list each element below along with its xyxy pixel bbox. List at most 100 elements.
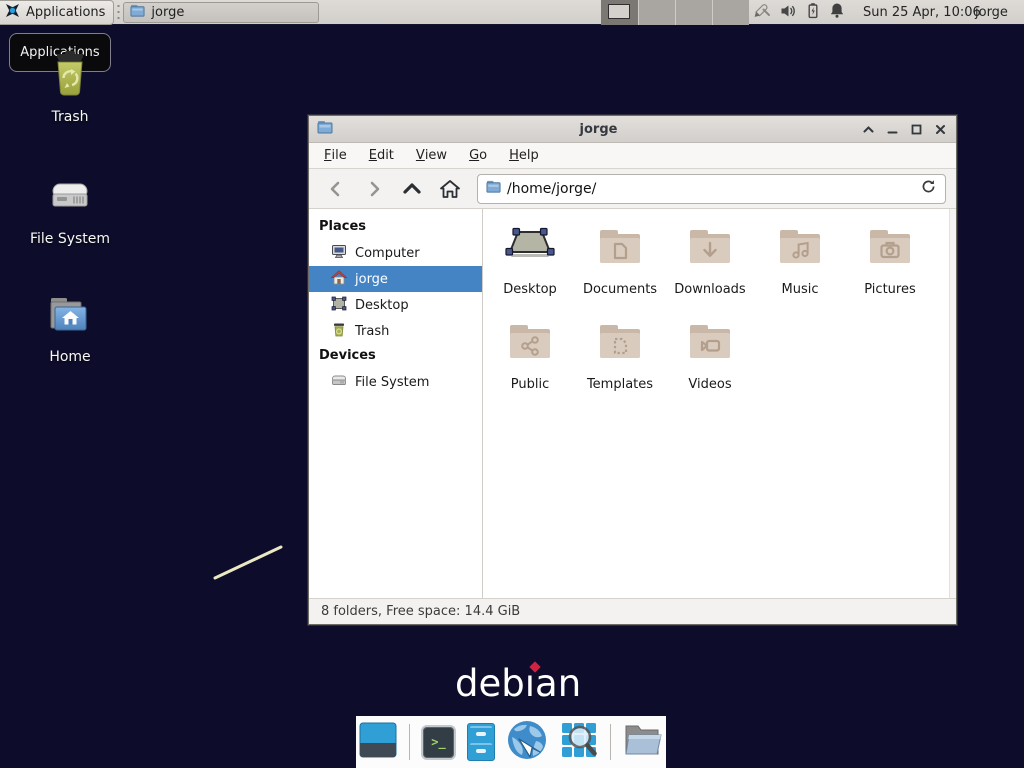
sidebar-item-file-system[interactable]: File System — [309, 369, 482, 395]
trash-icon — [44, 44, 96, 104]
menu-view[interactable]: View — [405, 143, 458, 168]
maximize-button[interactable] — [909, 122, 924, 137]
panel-user-menu[interactable]: jorge — [975, 0, 1008, 25]
system-tray — [752, 0, 845, 25]
minimize-button[interactable] — [885, 122, 900, 137]
places-header: Places — [309, 215, 482, 240]
applications-menu-button[interactable]: Applications — [0, 0, 114, 25]
file-item-public[interactable]: Public — [485, 318, 575, 413]
file-item-templates[interactable]: Templates — [575, 318, 665, 413]
panel-clock[interactable]: Sun 25 Apr, 10:06 — [863, 0, 981, 25]
home-folder-icon — [45, 290, 95, 344]
workspace-window-miniature — [608, 4, 630, 19]
clock-label: Sun 25 Apr, 10:06 — [863, 5, 981, 20]
file-item-label: Downloads — [674, 282, 745, 297]
menu-file[interactable]: File — [313, 143, 358, 168]
path-bar[interactable]: /home/jorge/ — [477, 174, 946, 204]
menu-help[interactable]: Help — [498, 143, 550, 168]
file-view: Desktop Documents — [483, 209, 956, 598]
file-item-label: Public — [511, 377, 549, 392]
desktop-artifact-line — [205, 538, 295, 592]
trash-small-icon — [331, 322, 347, 341]
taskbar-folder-icon — [130, 3, 145, 22]
file-item-documents[interactable]: Documents — [575, 223, 665, 318]
file-item-label: Documents — [583, 282, 657, 297]
taskbar-window-button[interactable]: jorge — [123, 2, 319, 23]
menu-go[interactable]: Go — [458, 143, 498, 168]
vertical-scrollbar[interactable] — [949, 209, 956, 598]
volume-icon[interactable] — [780, 3, 797, 23]
file-item-label: Videos — [688, 377, 731, 392]
sidebar-item-label: Computer — [355, 246, 420, 261]
desktop-special-icon — [499, 223, 561, 275]
workspace-1[interactable] — [601, 0, 638, 25]
devices-header: Devices — [309, 344, 482, 369]
window-title: jorge — [309, 122, 888, 137]
desktop-icon-file-system[interactable]: File System — [18, 172, 122, 247]
desktop-icon-label: Trash — [52, 109, 89, 125]
window-titlebar[interactable]: jorge — [309, 116, 956, 143]
home-icon — [331, 270, 347, 289]
file-item-pictures[interactable]: Pictures — [845, 223, 935, 318]
terminal-icon[interactable]: >_ — [421, 725, 456, 760]
workspace-2[interactable] — [638, 0, 675, 25]
xfce-logo-icon — [4, 2, 21, 23]
path-folder-icon — [486, 179, 501, 198]
sidebar-item-computer[interactable]: Computer — [309, 240, 482, 266]
reload-button[interactable] — [920, 178, 937, 199]
sidebar-item-label: jorge — [355, 272, 388, 287]
places-sidebar: Places Computer — [309, 209, 483, 598]
desktop-place-icon — [331, 296, 347, 315]
desktop-root: Applications jorge — [0, 0, 1024, 768]
file-cabinet-icon[interactable] — [467, 723, 495, 761]
drive-small-icon — [331, 373, 347, 392]
web-browser-icon[interactable] — [506, 719, 548, 765]
desktop-icon-trash[interactable]: Trash — [18, 44, 122, 125]
sidebar-item-jorge[interactable]: jorge — [309, 266, 482, 292]
toolbar: /home/jorge/ — [309, 169, 956, 209]
file-item-videos[interactable]: Videos — [665, 318, 755, 413]
hard-drive-icon — [45, 172, 95, 226]
taskbar-window-label: jorge — [151, 5, 184, 20]
window-body: Places Computer — [309, 209, 956, 598]
desktop-icon-home[interactable]: Home — [18, 290, 122, 365]
notifications-bell-icon[interactable] — [829, 2, 845, 23]
back-button[interactable] — [319, 174, 353, 204]
bottom-dock: >_ — [356, 716, 666, 768]
battery-charging-icon[interactable] — [806, 2, 820, 23]
folder-public-icon — [506, 318, 554, 370]
stylus-icon[interactable] — [752, 2, 771, 23]
show-desktop-icon[interactable] — [358, 720, 398, 764]
cabinet-drawer — [470, 743, 492, 758]
home-button[interactable] — [433, 174, 467, 204]
sidebar-item-desktop[interactable]: Desktop — [309, 292, 482, 318]
menu-edit[interactable]: Edit — [358, 143, 405, 168]
folder-documents-icon — [596, 223, 644, 275]
sidebar-item-trash[interactable]: Trash — [309, 318, 482, 344]
folder-icon[interactable] — [622, 721, 664, 763]
status-text: 8 folders, Free space: 14.4 GiB — [321, 604, 520, 619]
forward-button[interactable] — [357, 174, 391, 204]
status-bar: 8 folders, Free space: 14.4 GiB — [309, 598, 956, 624]
debian-logo-text: deb — [455, 662, 525, 705]
shade-button[interactable] — [861, 122, 876, 137]
file-item-downloads[interactable]: Downloads — [665, 223, 755, 318]
debian-logo-text: an — [535, 662, 581, 705]
path-input[interactable]: /home/jorge/ — [507, 181, 914, 197]
window-controls — [861, 116, 948, 143]
file-item-music[interactable]: Music — [755, 223, 845, 318]
app-finder-icon[interactable] — [559, 720, 599, 764]
workspace-4[interactable] — [712, 0, 749, 25]
up-button[interactable] — [395, 174, 429, 204]
folder-videos-icon — [686, 318, 734, 370]
panel-separator-handle[interactable] — [116, 3, 121, 22]
folder-pictures-icon — [866, 223, 914, 275]
workspace-3[interactable] — [675, 0, 712, 25]
file-item-desktop[interactable]: Desktop — [485, 223, 575, 318]
folder-music-icon — [776, 223, 824, 275]
file-item-label: Music — [782, 282, 819, 297]
folder-downloads-icon — [686, 223, 734, 275]
cabinet-drawer — [470, 726, 492, 741]
close-button[interactable] — [933, 122, 948, 137]
workspace-pager — [601, 0, 749, 25]
